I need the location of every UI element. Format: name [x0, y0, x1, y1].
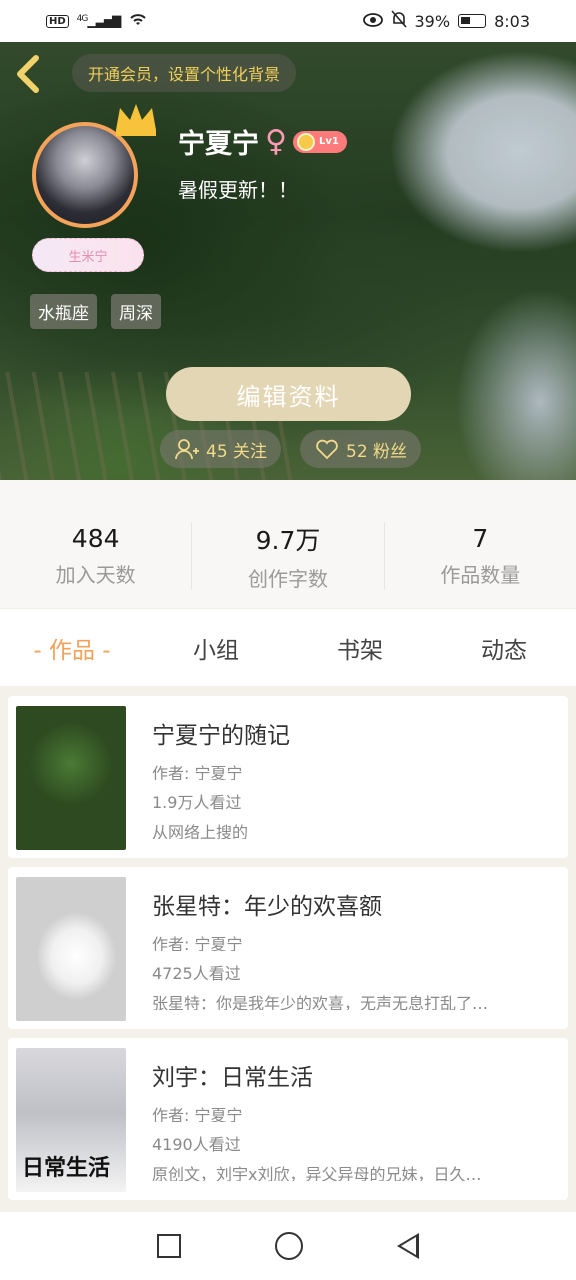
- stat-label: 加入天数: [55, 563, 136, 587]
- wifi-icon: [128, 11, 148, 31]
- work-cover: [16, 706, 126, 850]
- username-row: 宁夏宁 ♀ Lv1: [178, 122, 347, 161]
- fans-count: 52 粉丝: [346, 441, 408, 462]
- battery-icon: [458, 14, 487, 28]
- stats-bar: 484 加入天数 9.7万 创作字数 7 作品数量: [0, 480, 576, 608]
- back-button[interactable]: [14, 54, 48, 94]
- username: 宁夏宁: [178, 129, 259, 160]
- home-circle-icon[interactable]: [275, 1232, 303, 1260]
- vip-background-button[interactable]: 开通会员，设置个性化背景: [72, 54, 297, 92]
- stat-value: 7: [472, 524, 489, 553]
- work-cover: 日常生活: [16, 1048, 126, 1192]
- clock: 8:03: [494, 11, 530, 31]
- level-text: Lv1: [318, 136, 339, 147]
- work-author: 作者: 宁夏宁: [152, 935, 243, 952]
- tab-works[interactable]: - 作品 -: [0, 609, 144, 686]
- work-description: 从网络上搜的: [152, 822, 249, 839]
- stat-value: 484: [71, 524, 120, 553]
- user-add-icon: [175, 439, 199, 460]
- list-item[interactable]: 宁夏宁的随记 作者: 宁夏宁 1.9万人看过 从网络上搜的: [8, 696, 568, 858]
- work-description: 原创文，刘宇x刘欣，异父异母的兄妹，日久…: [152, 1164, 482, 1181]
- mute-bell-icon: [390, 10, 407, 32]
- back-triangle-icon[interactable]: [397, 1233, 419, 1259]
- work-views: 4725人看过: [152, 964, 241, 981]
- recents-square-icon[interactable]: [157, 1234, 181, 1258]
- stat-words: 9.7万 创作字数: [192, 522, 385, 591]
- work-description: 张星特：你是我年少的欢喜，无声无息打乱了…: [152, 993, 489, 1010]
- work-views: 1.9万人看过: [152, 793, 242, 810]
- list-item[interactable]: 张星特：年少的欢喜额 作者: 宁夏宁 4725人看过 张星特：你是我年少的欢喜，…: [8, 867, 568, 1029]
- profile-tabs: - 作品 - 小组 书架 动态: [0, 608, 576, 686]
- battery-percent: 39%: [414, 11, 451, 31]
- system-nav-bar: [0, 1212, 576, 1280]
- female-icon: ♀: [265, 124, 287, 159]
- stat-days: 484 加入天数: [0, 522, 193, 590]
- signal-icon: 4G▁▃▅▇: [76, 14, 122, 28]
- tag-constellation[interactable]: 水瓶座: [30, 294, 97, 329]
- works-list: 宁夏宁的随记 作者: 宁夏宁 1.9万人看过 从网络上搜的 张星特：年少的欢喜额…: [0, 686, 576, 1212]
- cover-title-text: 日常生活: [22, 1155, 111, 1181]
- stat-label: 作品数量: [440, 563, 521, 587]
- tab-groups[interactable]: 小组: [144, 609, 288, 686]
- work-author: 作者: 宁夏宁: [152, 764, 243, 781]
- member-tag[interactable]: 生米宁: [32, 238, 144, 272]
- tab-bookshelf[interactable]: 书架: [288, 609, 432, 686]
- eye-icon: [362, 12, 383, 31]
- tab-activity[interactable]: 动态: [432, 609, 576, 686]
- fans-button[interactable]: 52 粉丝: [300, 430, 422, 468]
- work-views: 4190人看过: [152, 1135, 241, 1152]
- stat-label: 创作字数: [247, 566, 328, 591]
- work-author: 作者: 宁夏宁: [152, 1106, 243, 1123]
- work-title: 张星特：年少的欢喜额: [152, 894, 382, 920]
- chevron-left-icon: [17, 55, 39, 93]
- work-title: 宁夏宁的随记: [152, 723, 290, 749]
- heart-icon: [316, 439, 338, 460]
- signature: 暑假更新！！: [178, 178, 298, 202]
- stat-works: 7 作品数量: [385, 522, 576, 590]
- network-type: 4G: [76, 14, 89, 24]
- profile-tags: 水瓶座 周深: [30, 294, 161, 329]
- edit-profile-button[interactable]: 编辑资料: [166, 367, 411, 421]
- medal-icon: [296, 132, 315, 151]
- status-bar: HD 4G▁▃▅▇ 39% 8:03: [0, 0, 576, 42]
- following-button[interactable]: 45 关注: [160, 430, 282, 468]
- hd-indicator: HD: [46, 14, 69, 28]
- level-badge[interactable]: Lv1: [292, 130, 347, 153]
- work-cover: [16, 877, 126, 1021]
- work-title: 刘宇：日常生活: [152, 1065, 313, 1091]
- stat-value: 9.7万: [255, 525, 321, 555]
- crown-icon: [116, 104, 156, 136]
- following-count: 45 关注: [206, 441, 268, 462]
- tag-favorite[interactable]: 周深: [111, 294, 161, 329]
- list-item[interactable]: 日常生活 刘宇：日常生活 作者: 宁夏宁 4190人看过 原创文，刘宇x刘欣，异…: [8, 1038, 568, 1200]
